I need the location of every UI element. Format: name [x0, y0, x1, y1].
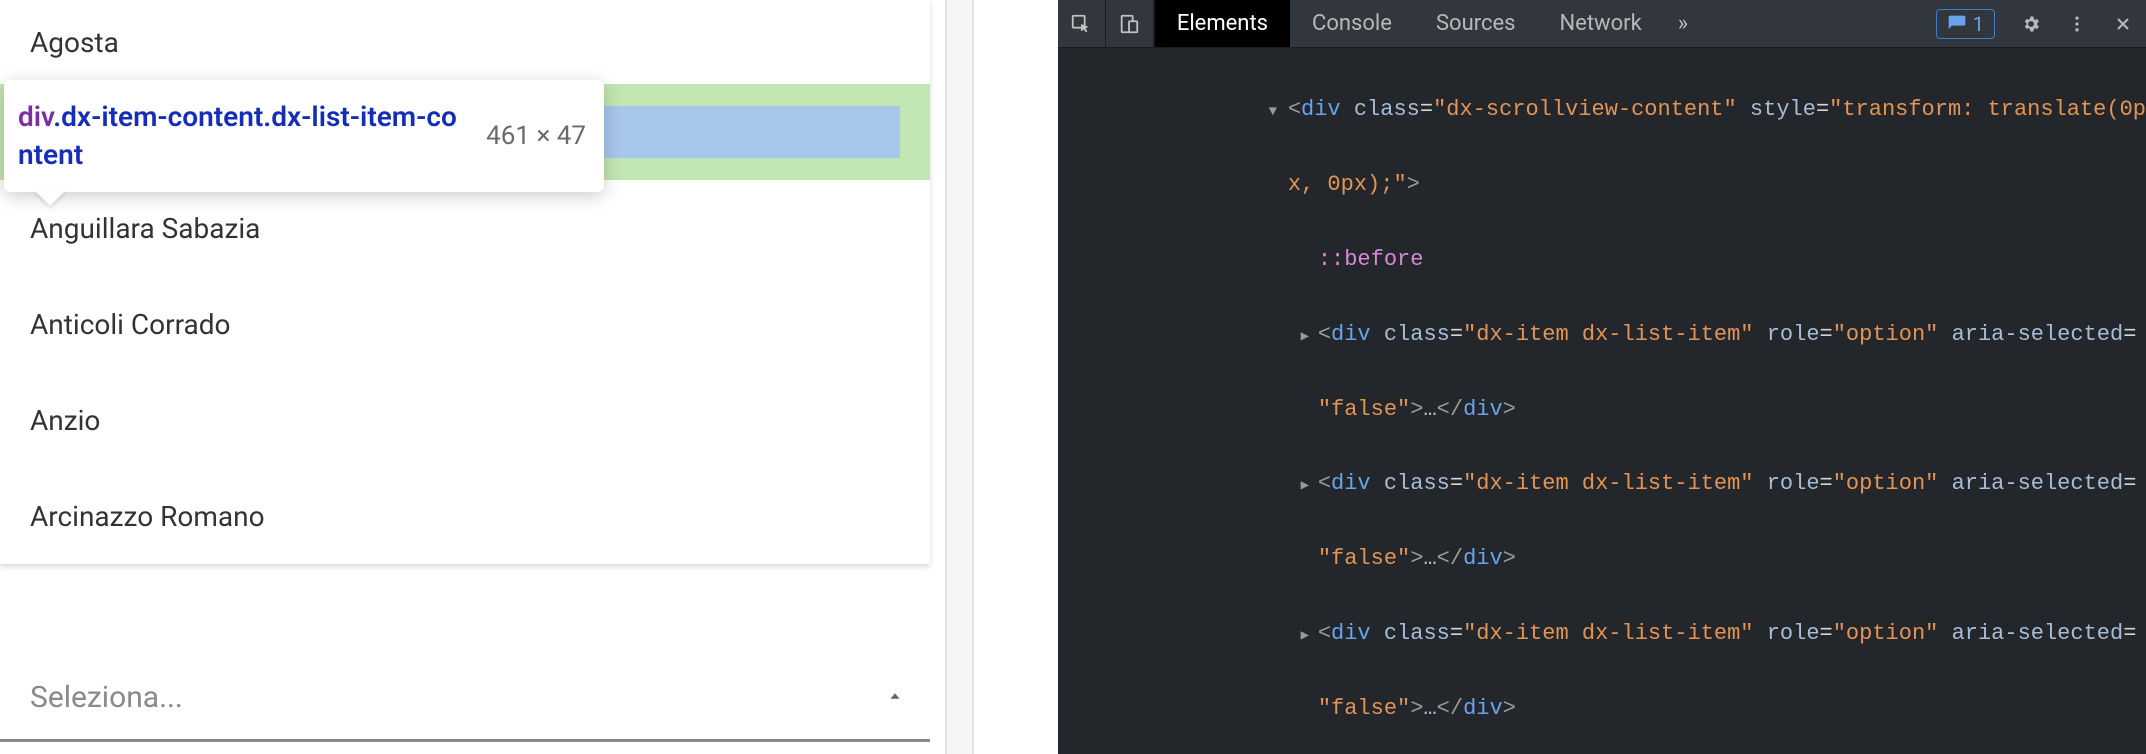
panel-gap	[945, 0, 1062, 754]
devtools-panel: Elements Console Sources Network » 1	[1058, 0, 2146, 754]
tooltip-tag: div	[18, 100, 53, 133]
select-placeholder: Seleziona...	[30, 680, 183, 715]
issues-badge[interactable]: 1	[1936, 9, 1995, 39]
inspector-tooltip: div.dx-item-content.dx-list-item-content…	[4, 80, 604, 192]
list-item[interactable]: Anguillara Sabazia	[0, 180, 930, 276]
list-item[interactable]: Agosta	[0, 0, 930, 84]
tab-console[interactable]: Console	[1290, 0, 1414, 47]
more-tabs-icon[interactable]: »	[1664, 0, 1702, 47]
dom-tree[interactable]: <div class="dx-scrollview-content" style…	[1058, 48, 2146, 754]
devtools-toolbar: Elements Console Sources Network » 1	[1058, 0, 2146, 48]
tab-network[interactable]: Network	[1537, 0, 1663, 47]
device-toggle-icon[interactable]	[1106, 0, 1154, 47]
tooltip-dimensions: 461 × 47	[472, 121, 586, 151]
settings-icon[interactable]	[2008, 14, 2054, 34]
kebab-menu-icon[interactable]	[2054, 14, 2100, 34]
inspect-icon[interactable]	[1058, 0, 1106, 47]
tab-elements[interactable]: Elements	[1155, 0, 1290, 47]
chevron-up-icon	[884, 680, 906, 715]
list-item[interactable]: Anzio	[0, 372, 930, 468]
tooltip-classes: .dx-item-content.dx-list-item-content	[18, 100, 457, 171]
app-panel: Agosta Allumiere Anguillara Sabazia Anti…	[0, 0, 1058, 754]
list-item[interactable]: Anticoli Corrado	[0, 276, 930, 372]
close-icon[interactable]	[2100, 14, 2146, 34]
issues-count: 1	[1973, 12, 1984, 36]
toolbar-right: 1	[1936, 0, 2146, 47]
tab-sources[interactable]: Sources	[1414, 0, 1538, 47]
list-item[interactable]: Arcinazzo Romano	[0, 468, 930, 564]
select-field[interactable]: Seleziona...	[0, 656, 930, 742]
devtools-tabs: Elements Console Sources Network	[1155, 0, 1664, 47]
